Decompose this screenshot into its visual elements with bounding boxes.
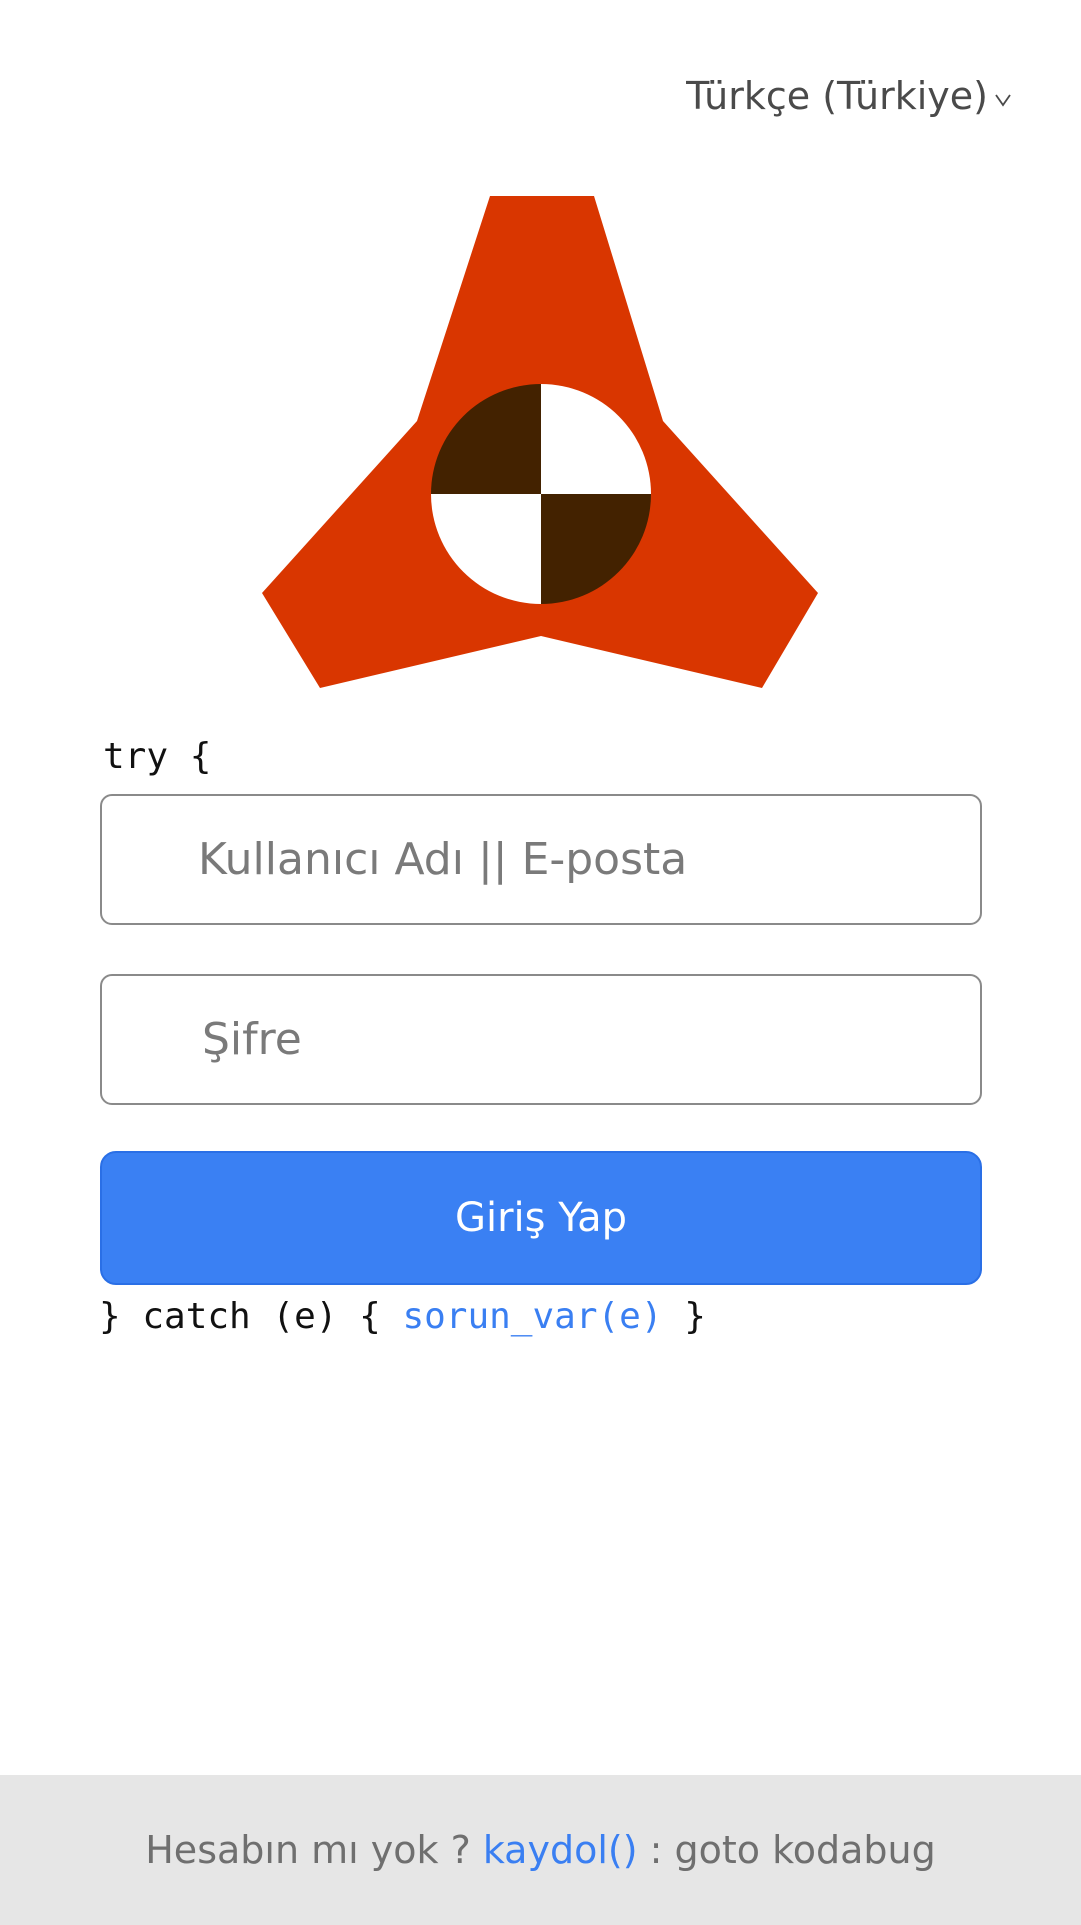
footer: Hesabın mı yok ? kaydol() : goto kodabug	[0, 1775, 1081, 1925]
app-logo	[262, 196, 818, 688]
language-label: Türkçe (Türkiye)	[686, 74, 988, 118]
logo-center-emblem	[431, 384, 651, 604]
catch-suffix: }	[662, 1296, 706, 1337]
code-try-line: try {	[103, 736, 212, 777]
footer-prompt: Hesabın mı yok ?	[145, 1828, 483, 1872]
signup-link[interactable]: kaydol()	[483, 1828, 638, 1872]
language-selector[interactable]: Türkçe (Türkiye)	[686, 74, 1012, 118]
password-field[interactable]	[100, 974, 982, 1105]
login-button[interactable]: Giriş Yap	[100, 1151, 982, 1285]
catch-prefix: } catch (e) {	[99, 1296, 403, 1337]
footer-suffix: : goto kodabug	[637, 1828, 936, 1872]
username-field[interactable]	[100, 794, 982, 925]
password-input[interactable]	[102, 976, 980, 1103]
chevron-down-icon	[995, 94, 1011, 107]
report-problem-link[interactable]: sorun_var(e)	[402, 1296, 662, 1337]
code-catch-line: } catch (e) { sorun_var(e) }	[99, 1296, 706, 1337]
username-input[interactable]	[102, 796, 980, 923]
